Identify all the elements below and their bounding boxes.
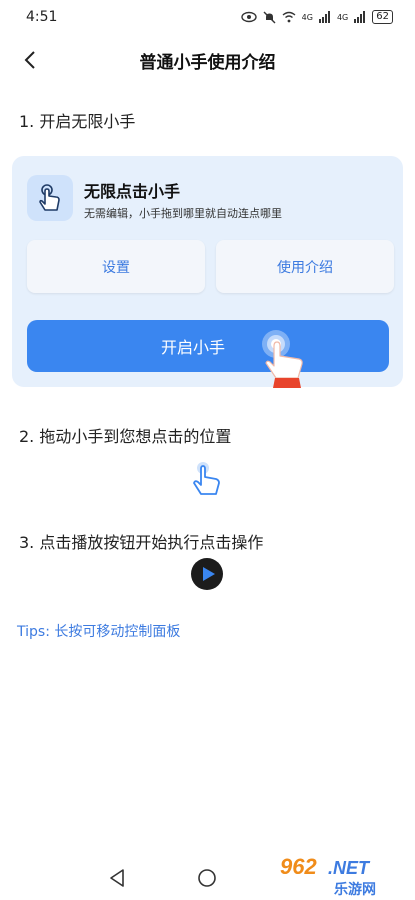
eye-icon <box>240 11 257 23</box>
chevron-left-icon <box>24 51 35 69</box>
status-icons: 4G 4G 62 <box>240 10 393 24</box>
svg-text:962: 962 <box>280 854 317 879</box>
app-description: 无需编辑，小手拖到哪里就自动连点哪里 <box>84 207 282 220</box>
svg-text:乐游网: 乐游网 <box>334 881 376 898</box>
app-name: 无限点击小手 <box>84 182 181 201</box>
start-hand-button[interactable]: 开启小手 <box>27 320 389 372</box>
status-bar: 4:51 4G 4G 62 <box>0 0 415 34</box>
app-header: 普通小手使用介绍 <box>0 38 415 82</box>
app-card: 无限点击小手 无需编辑，小手拖到哪里就自动连点哪里 设置 使用介绍 开启小手 <box>12 156 403 391</box>
nav-home-icon <box>198 869 216 887</box>
app-icon <box>27 175 73 221</box>
settings-button-label: 设置 <box>102 259 130 276</box>
nav-back-button[interactable] <box>108 868 126 892</box>
play-button-icon <box>191 558 223 590</box>
step-1-text: 1. 开启无限小手 <box>19 112 136 131</box>
drag-hand-icon <box>193 462 220 495</box>
wifi-icon <box>282 11 296 23</box>
page-title: 普通小手使用介绍 <box>139 52 276 73</box>
back-button[interactable] <box>16 46 44 74</box>
signal-2-label: 4G <box>336 12 349 22</box>
signal-2-icon <box>354 11 366 23</box>
battery-indicator: 62 <box>372 10 393 24</box>
tips-text: Tips: 长按可移动控制面板 <box>17 624 181 640</box>
start-hand-label: 开启小手 <box>160 338 225 357</box>
settings-button[interactable]: 设置 <box>27 240 205 293</box>
intro-button[interactable]: 使用介绍 <box>216 240 394 293</box>
tap-hand-icon <box>39 184 60 211</box>
nav-back-icon <box>110 869 124 887</box>
step-3-text: 3. 点击播放按钮开始执行点击操作 <box>19 533 264 552</box>
intro-button-label: 使用介绍 <box>277 259 333 276</box>
mute-bell-icon <box>263 11 276 23</box>
status-time: 4:51 <box>26 9 58 25</box>
nav-home-button[interactable] <box>197 868 217 892</box>
watermark-logo: 962 .NET 乐游网 <box>276 850 412 898</box>
svg-text:.NET: .NET <box>328 858 371 878</box>
signal-1-icon <box>318 11 330 23</box>
signal-1-label: 4G <box>301 12 313 22</box>
pointing-hand-icon <box>262 330 303 391</box>
step-2-text: 2. 拖动小手到您想点击的位置 <box>19 427 232 446</box>
